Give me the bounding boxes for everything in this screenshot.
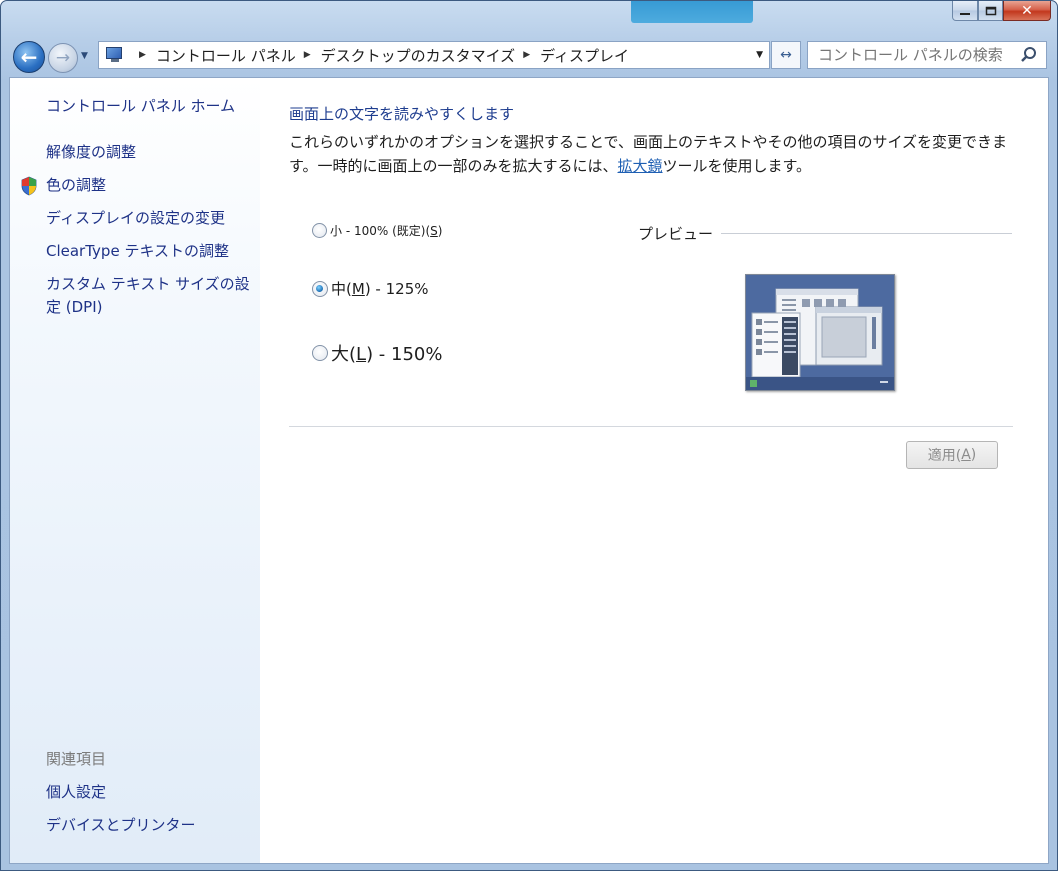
title-bar[interactable]: ✕ xyxy=(1,1,1057,35)
maximize-button[interactable] xyxy=(978,1,1003,21)
breadcrumb-separator-icon[interactable]: ▶ xyxy=(304,50,311,60)
maximize-icon xyxy=(985,6,996,15)
sidebar-item-cleartype[interactable]: ClearType テキストの調整 xyxy=(46,240,229,263)
back-button[interactable]: ← xyxy=(13,41,45,73)
recent-pages-dropdown[interactable]: ▼ xyxy=(81,51,93,63)
back-arrow-icon: ← xyxy=(20,45,38,69)
refresh-icon: ↔ xyxy=(780,47,792,63)
refresh-button[interactable]: ↔ xyxy=(771,41,801,69)
sidebar-item-custom-dpi[interactable]: カスタム テキスト サイズの設定 (DPI) xyxy=(46,273,258,319)
minimize-button[interactable] xyxy=(952,1,978,21)
option-large-label[interactable]: 大(L) - 150% xyxy=(331,340,442,366)
content-area: コントロール パネル ホーム 解像度の調整 色の調整 ディスプレイの設定の変更 … xyxy=(9,77,1049,864)
option-large[interactable]: 大(L) - 150% xyxy=(312,340,442,366)
option-small[interactable]: 小 - 100% (既定)(S) xyxy=(312,222,442,239)
content-divider xyxy=(289,426,1013,427)
search-icon[interactable] xyxy=(1020,46,1038,64)
description-text: これらのいずれかのオプションを選択することで、画面上のテキストやその他の項目のサ… xyxy=(289,130,1017,178)
radio-medium[interactable] xyxy=(312,280,328,297)
search-input[interactable] xyxy=(818,46,1018,64)
window-frame: ✕ ← → ▼ ▶ コントロール パネル ▶ デスクトップのカスタマイズ ▶ デ… xyxy=(0,0,1058,871)
description-after: ツールを使用します。 xyxy=(662,157,812,175)
magnifier-link[interactable]: 拡大鏡 xyxy=(618,157,663,175)
sidebar-item-display-settings[interactable]: ディスプレイの設定の変更 xyxy=(46,207,225,230)
main-panel: 画面上の文字を読みやすくします これらのいずれかのオプションを選択することで、画… xyxy=(289,78,1029,863)
breadcrumb-desktop-customization[interactable]: デスクトップのカスタマイズ xyxy=(321,45,516,66)
sidebar-item-devices-printers[interactable]: デバイスとプリンター xyxy=(46,814,196,837)
title-glow xyxy=(631,1,753,23)
close-button[interactable]: ✕ xyxy=(1003,1,1051,21)
address-bar[interactable]: ▶ コントロール パネル ▶ デスクトップのカスタマイズ ▶ ディスプレイ ▼ xyxy=(98,41,770,69)
chevron-down-icon: ▼ xyxy=(81,51,88,61)
close-icon: ✕ xyxy=(1021,2,1033,19)
search-box[interactable] xyxy=(807,41,1047,69)
sidebar-item-personalization[interactable]: 個人設定 xyxy=(46,781,106,804)
navigation-bar: ← → ▼ ▶ コントロール パネル ▶ デスクトップのカスタマイズ ▶ ディス… xyxy=(1,35,1057,75)
preview-label: プレビュー xyxy=(638,223,722,244)
uac-shield-icon xyxy=(21,176,37,196)
sidebar-item-color[interactable]: 色の調整 xyxy=(46,174,106,197)
radio-small[interactable] xyxy=(312,223,327,238)
address-dropdown-icon[interactable]: ▼ xyxy=(756,50,763,60)
sidebar-item-resolution[interactable]: 解像度の調整 xyxy=(46,141,136,164)
preview-image xyxy=(745,274,895,391)
preview-divider xyxy=(720,233,1012,234)
option-small-label[interactable]: 小 - 100% (既定)(S) xyxy=(330,222,442,239)
option-medium[interactable]: 中(M) - 125% xyxy=(312,278,429,299)
minimize-icon xyxy=(960,12,970,15)
apply-button[interactable]: 適用(A) xyxy=(906,441,998,469)
display-icon xyxy=(105,46,127,64)
sidebar: コントロール パネル ホーム 解像度の調整 色の調整 ディスプレイの設定の変更 … xyxy=(10,78,260,863)
breadcrumb-separator-icon[interactable]: ▶ xyxy=(523,50,530,60)
forward-button[interactable]: → xyxy=(48,43,78,73)
page-title: 画面上の文字を読みやすくします xyxy=(289,105,515,123)
breadcrumb-display[interactable]: ディスプレイ xyxy=(540,45,629,66)
radio-large[interactable] xyxy=(312,345,328,361)
breadcrumb-control-panel[interactable]: コントロール パネル xyxy=(156,45,296,66)
breadcrumb-separator-icon[interactable]: ▶ xyxy=(139,50,146,60)
related-heading: 関連項目 xyxy=(46,750,107,768)
caption-buttons: ✕ xyxy=(952,1,1051,21)
sidebar-control-panel-home[interactable]: コントロール パネル ホーム xyxy=(46,95,235,118)
forward-arrow-icon: → xyxy=(55,48,71,68)
option-medium-label[interactable]: 中(M) - 125% xyxy=(331,278,429,299)
